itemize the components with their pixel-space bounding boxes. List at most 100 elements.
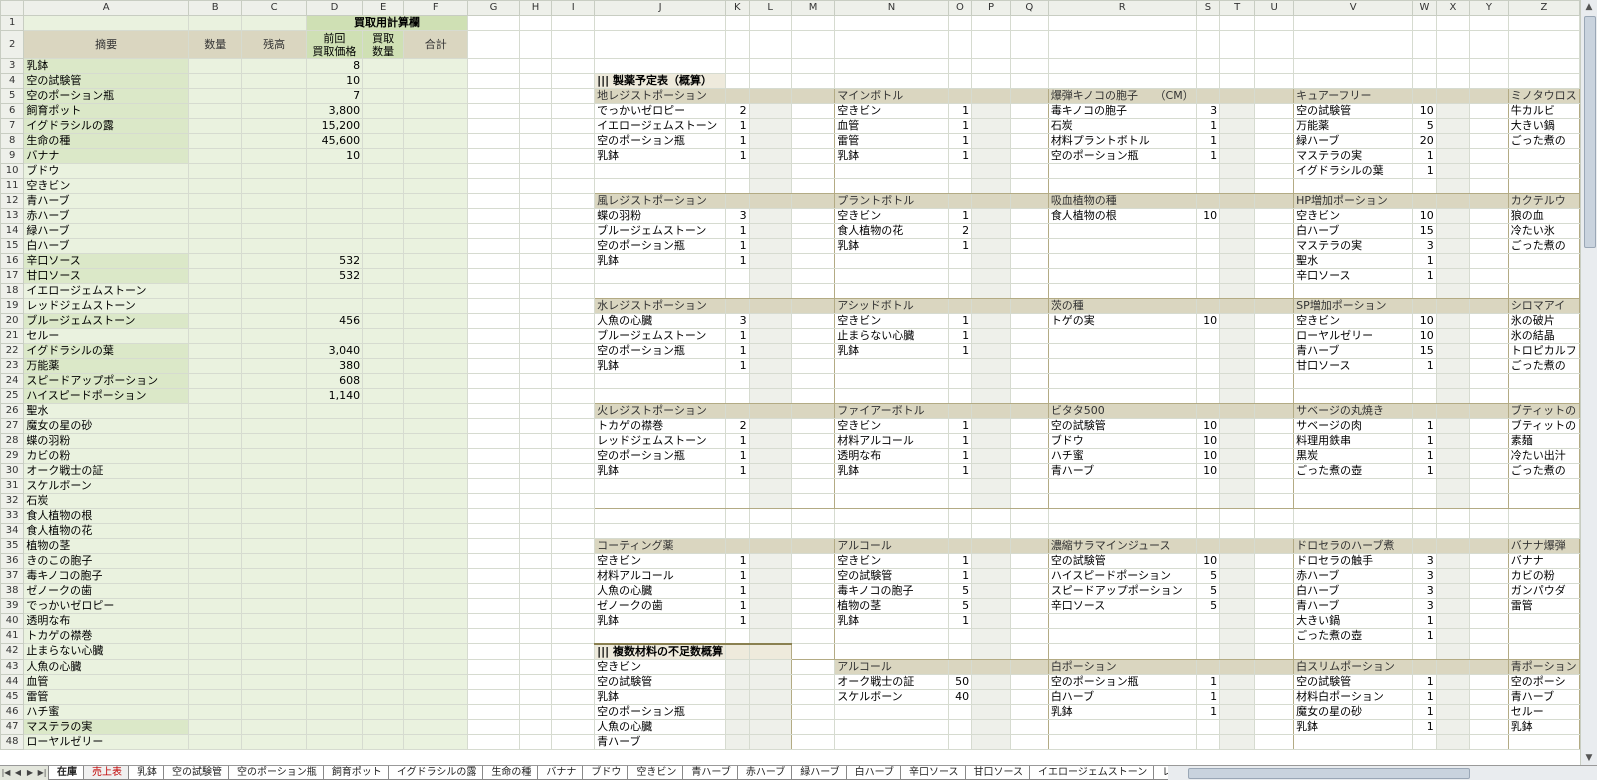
item-name[interactable]: 止まらない心臓 [23, 643, 189, 660]
cell[interactable] [1469, 73, 1509, 89]
recipe-ingredient[interactable]: 石炭 [1047, 118, 1197, 134]
cell[interactable] [1469, 358, 1509, 374]
row-header[interactable]: 47 [0, 718, 25, 735]
cell[interactable] [403, 703, 469, 720]
cell[interactable] [1219, 643, 1256, 660]
recipe-qty[interactable]: 1 [1412, 613, 1437, 629]
cell[interactable] [187, 88, 243, 104]
item-price[interactable] [305, 553, 364, 569]
cell[interactable] [1412, 538, 1437, 554]
cell[interactable] [187, 358, 243, 374]
cell[interactable] [790, 703, 836, 720]
cell[interactable] [790, 568, 836, 584]
cell[interactable] [467, 403, 520, 419]
cell[interactable] [1435, 268, 1471, 284]
cell[interactable] [1293, 643, 1414, 660]
cell[interactable] [1412, 298, 1437, 314]
item-price[interactable] [305, 208, 364, 224]
cell[interactable] [1469, 448, 1509, 464]
cell[interactable] [1412, 478, 1437, 494]
cell[interactable] [1254, 268, 1295, 284]
item-price[interactable]: 45,600 [305, 133, 364, 149]
cell[interactable] [518, 553, 553, 569]
cell[interactable] [1009, 313, 1049, 329]
cell[interactable] [971, 30, 1011, 59]
cell[interactable] [1469, 598, 1509, 614]
row-header[interactable]: 41 [0, 628, 25, 644]
cell[interactable] [1254, 463, 1295, 479]
column-header-r[interactable]: R [1047, 0, 1197, 16]
row-header[interactable]: 30 [0, 463, 25, 479]
cell[interactable] [187, 478, 243, 494]
cell[interactable] [947, 643, 973, 660]
cell[interactable] [467, 148, 520, 164]
recipe-qty[interactable]: 1 [1412, 448, 1437, 464]
item-price[interactable]: 10 [305, 148, 364, 164]
recipe-qty[interactable]: 1 [947, 103, 973, 119]
recipe-ingredient[interactable]: 材料アルコール [834, 433, 949, 449]
cell[interactable] [1435, 223, 1471, 239]
cell[interactable] [1009, 373, 1049, 389]
cell[interactable] [1009, 508, 1049, 524]
cell[interactable] [362, 238, 405, 254]
cell[interactable] [971, 463, 1011, 479]
cell[interactable] [748, 688, 792, 705]
cell[interactable] [187, 463, 243, 479]
cell[interactable] [187, 508, 243, 524]
cell[interactable] [467, 238, 520, 254]
recipe-qty[interactable]: 1 [1195, 148, 1221, 164]
cell[interactable] [1195, 223, 1221, 239]
cell[interactable] [403, 118, 469, 134]
cell[interactable] [1254, 133, 1295, 149]
column-header-s[interactable]: S [1195, 0, 1221, 16]
cell[interactable] [1219, 30, 1256, 59]
cell[interactable] [1469, 538, 1509, 554]
plan-title[interactable]: ||| 製薬予定表（概算） [594, 73, 727, 89]
item-name[interactable]: ハイスピードポーション [23, 388, 189, 404]
cell[interactable] [518, 658, 553, 675]
cell[interactable] [1435, 478, 1471, 494]
cell[interactable] [362, 598, 405, 614]
recipe-qty[interactable]: 1 [1412, 463, 1437, 479]
sheet-tab[interactable]: 空きビン [627, 766, 686, 780]
cell[interactable] [1254, 523, 1295, 539]
cell[interactable] [1469, 613, 1509, 629]
item-price[interactable]: 3,800 [305, 103, 364, 119]
cell[interactable] [241, 673, 307, 690]
cell[interactable] [1009, 148, 1049, 164]
column-header-z[interactable]: Z [1507, 0, 1580, 16]
recipe-qty[interactable]: 1 [725, 223, 750, 239]
cell[interactable] [594, 628, 727, 644]
cell[interactable] [403, 238, 469, 254]
cell[interactable] [748, 718, 792, 735]
cell[interactable] [725, 268, 750, 284]
cell[interactable] [1219, 373, 1256, 389]
cell[interactable] [403, 613, 469, 629]
cell[interactable] [187, 553, 243, 569]
recipe-ingredient[interactable]: 緑ハーブ [1293, 133, 1414, 149]
cell[interactable] [362, 628, 405, 644]
recipe-ingredient[interactable]: 氷の破片 [1507, 313, 1580, 329]
cell[interactable] [518, 343, 553, 359]
cell[interactable] [187, 133, 243, 149]
cell[interactable] [1195, 358, 1221, 374]
header-balance[interactable]: 残高 [241, 30, 307, 59]
cell[interactable] [551, 433, 596, 449]
recipe-ingredient[interactable]: 人魚の心臓 [594, 583, 727, 599]
item-price[interactable]: 380 [305, 358, 364, 374]
cell[interactable] [403, 313, 469, 329]
cell[interactable] [403, 388, 469, 404]
item-price[interactable] [305, 178, 364, 194]
cell[interactable] [1047, 388, 1197, 404]
recipe-ingredient[interactable]: 空きビン [594, 553, 727, 569]
cell[interactable] [790, 463, 836, 479]
cell[interactable] [403, 298, 469, 314]
item-name[interactable]: セルー [23, 328, 189, 344]
cell[interactable] [1469, 733, 1509, 750]
recipe-title[interactable]: 青ポーション [1507, 658, 1580, 675]
cell[interactable] [1219, 88, 1256, 104]
hscroll-thumb[interactable] [1188, 768, 1470, 779]
recipe-ingredient[interactable]: 赤ハーブ [1293, 568, 1414, 584]
cell[interactable] [241, 73, 307, 89]
cell[interactable] [1507, 163, 1580, 179]
